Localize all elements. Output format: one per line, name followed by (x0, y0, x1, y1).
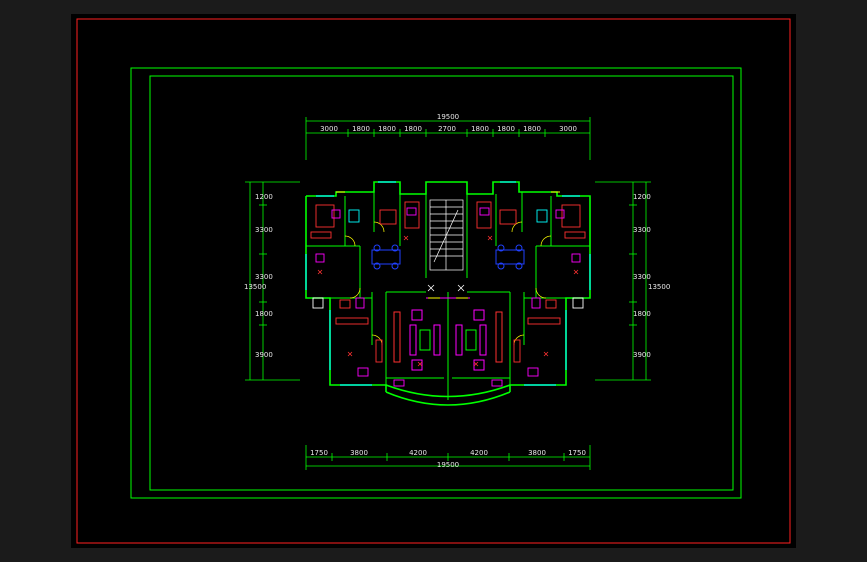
top-overall-dimension: 19500 (437, 113, 459, 121)
left-segment-label: 3300 (255, 226, 273, 234)
top-segment-label: 1800 (352, 125, 370, 133)
left-overall-dimension: 13500 (244, 283, 266, 291)
left-segment-label: 1800 (255, 310, 273, 318)
left-segment-label: 1200 (255, 193, 273, 201)
bottom-segment-label: 1750 (310, 449, 328, 457)
bottom-segment-label: 4200 (470, 449, 488, 457)
top-segment-label: 3000 (320, 125, 338, 133)
drawing-sheet (71, 14, 796, 548)
bottom-segment-label: 3800 (350, 449, 368, 457)
right-segment-label: 1800 (633, 310, 651, 318)
cad-drawing-canvas[interactable]: 19500 3000 1800 1800 1800 2700 1800 1800… (0, 0, 867, 562)
bottom-overall-dimension: 19500 (437, 461, 459, 469)
right-segment-label: 1200 (633, 193, 651, 201)
top-segment-label: 1800 (471, 125, 489, 133)
top-segment-label: 1800 (497, 125, 515, 133)
right-segment-label: 3300 (633, 273, 651, 281)
right-segment-label: 3300 (633, 226, 651, 234)
left-segment-label: 3900 (255, 351, 273, 359)
top-segment-label: 1800 (378, 125, 396, 133)
top-segment-labels: 3000 1800 1800 1800 2700 1800 1800 1800 … (320, 125, 577, 133)
top-segment-label: 1800 (404, 125, 422, 133)
top-segment-label: 1800 (523, 125, 541, 133)
top-segment-label: 2700 (438, 125, 456, 133)
top-segment-label: 3000 (559, 125, 577, 133)
right-overall-dimension: 13500 (648, 283, 670, 291)
bottom-segment-label: 3800 (528, 449, 546, 457)
bottom-segment-label: 4200 (409, 449, 427, 457)
right-segment-label: 3900 (633, 351, 651, 359)
bottom-segment-label: 1750 (568, 449, 586, 457)
left-segment-label: 3300 (255, 273, 273, 281)
